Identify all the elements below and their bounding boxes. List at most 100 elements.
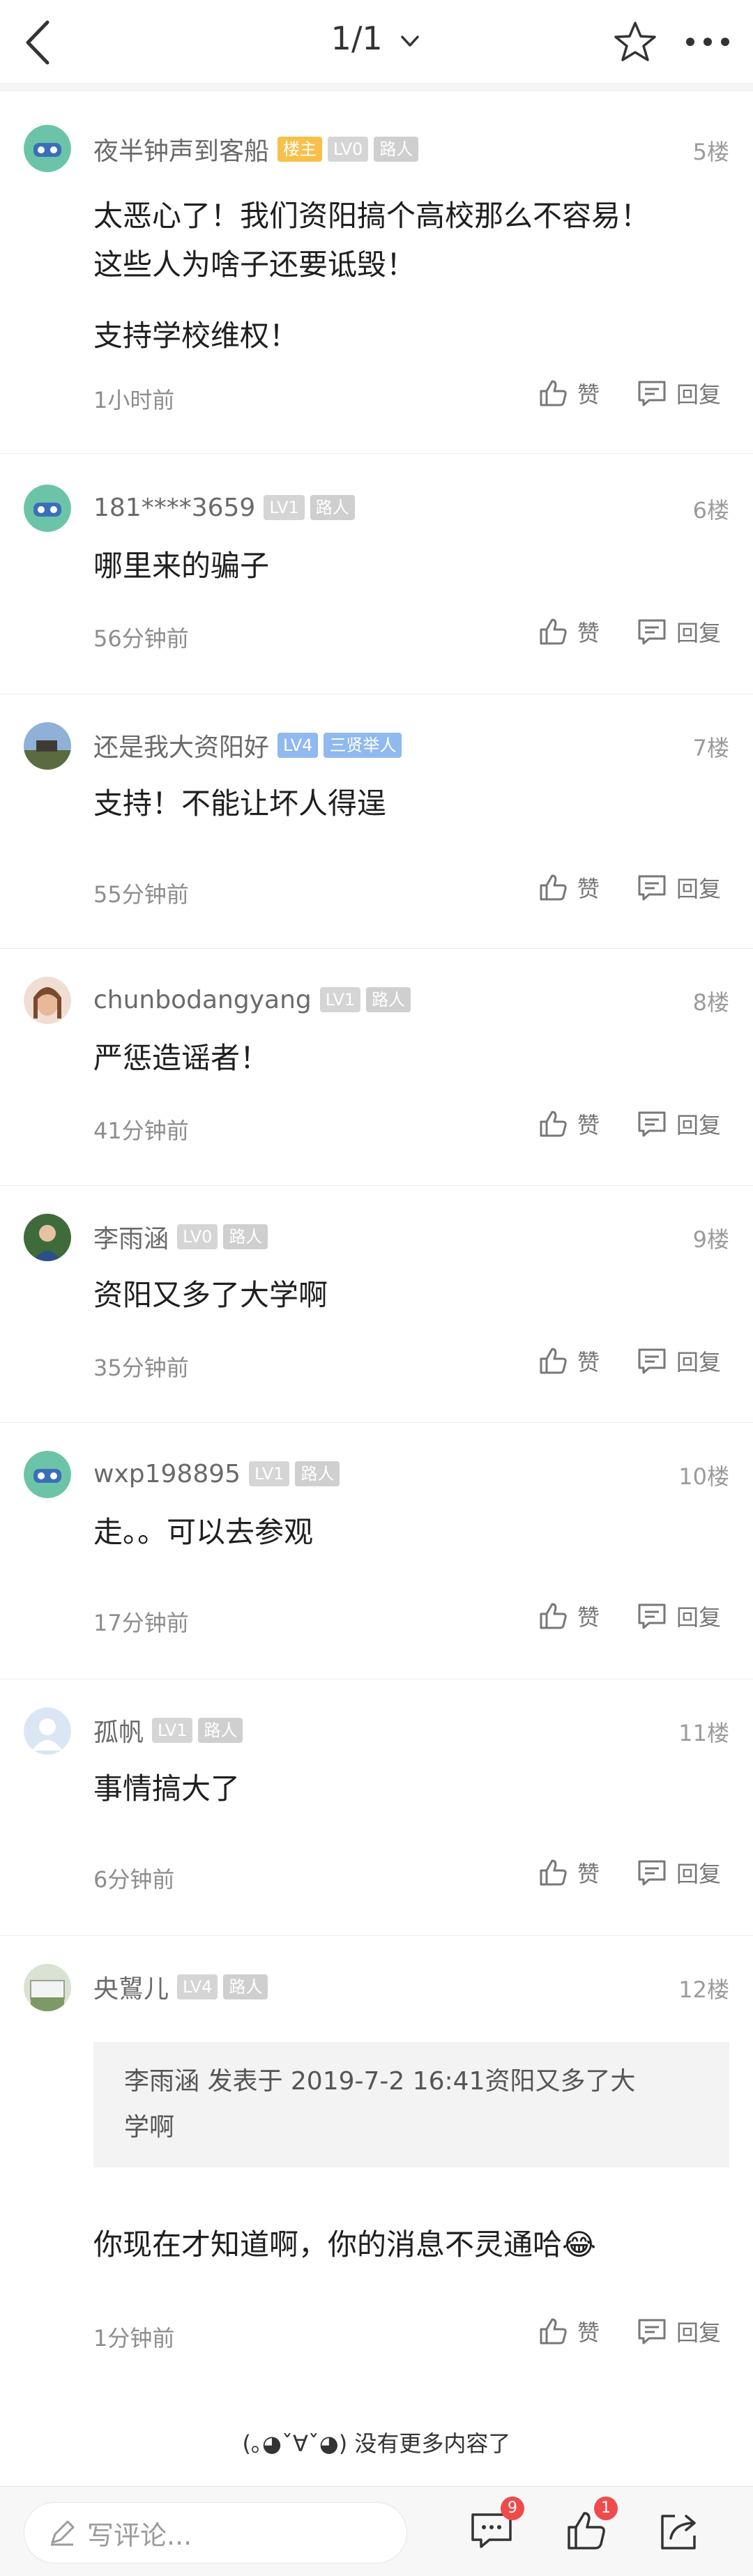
username[interactable]: 孤帆 bbox=[93, 1712, 144, 1748]
avatar[interactable] bbox=[24, 1214, 71, 1261]
floor-number: 11楼 bbox=[678, 1720, 729, 1746]
page-indicator-text: 1/1 bbox=[330, 20, 383, 57]
avatar[interactable] bbox=[24, 977, 71, 1024]
user-info: 181****3659 LV1 路人 bbox=[93, 490, 355, 525]
chevron-down-icon bbox=[401, 35, 420, 47]
like-count-badge: 1 bbox=[594, 2497, 618, 2520]
avatar[interactable] bbox=[24, 722, 71, 770]
username[interactable]: wxp198895 bbox=[93, 1460, 241, 1488]
like-button[interactable]: 赞 bbox=[537, 616, 600, 648]
no-more-content: (｡◕ˇ∀ˇ◕) 没有更多内容了 bbox=[242, 2430, 511, 2457]
share-icon[interactable] bbox=[655, 2508, 701, 2554]
quote-line: 李雨涵 发表于 2019-7-2 16:41资阳又多了大 bbox=[124, 2067, 636, 2096]
avatar[interactable] bbox=[24, 125, 71, 172]
content-line: 走。。可以去参观 bbox=[93, 1515, 314, 1549]
reply-icon bbox=[638, 1111, 666, 1137]
content-line: 支持！不能让坏人得逞 bbox=[93, 786, 387, 821]
floor-number: 10楼 bbox=[678, 1463, 729, 1490]
user-info: 央鶦儿 LV4 路人 bbox=[93, 1969, 268, 2004]
reply-button[interactable]: 回复 bbox=[636, 1345, 721, 1377]
content-line: 哪里来的骗子 bbox=[93, 549, 270, 583]
like-button[interactable]: 赞 bbox=[537, 377, 600, 409]
quote-line: 学啊 bbox=[124, 2113, 175, 2142]
username[interactable]: chunbodangyang bbox=[93, 986, 312, 1014]
section-gap bbox=[0, 84, 753, 91]
comment-content: 严惩造谣者！ bbox=[93, 1034, 725, 1083]
reply-button[interactable]: 回复 bbox=[636, 1857, 721, 1889]
content-line: 资阳又多了大学啊 bbox=[93, 1278, 328, 1312]
reply-button[interactable]: 回复 bbox=[636, 616, 721, 648]
like-label: 赞 bbox=[577, 620, 600, 646]
like-button[interactable]: 赞 bbox=[537, 1600, 600, 1632]
reply-icon bbox=[638, 1603, 666, 1629]
like-button[interactable]: 赞 bbox=[537, 871, 600, 904]
title-badge: 路人 bbox=[310, 495, 355, 520]
like-label: 赞 bbox=[577, 1112, 600, 1138]
title-badge: 三贤举人 bbox=[324, 733, 402, 758]
user-info: chunbodangyang LV1 路人 bbox=[93, 982, 411, 1017]
reply-button[interactable]: 回复 bbox=[636, 377, 721, 409]
like-label: 赞 bbox=[577, 1349, 600, 1375]
like-button[interactable]: 赞 bbox=[537, 1345, 600, 1377]
level-badge: LV1 bbox=[264, 495, 305, 520]
quoted-comment[interactable]: 李雨涵 发表于 2019-7-2 16:41资阳又多了大 学啊 bbox=[93, 2042, 729, 2167]
reply-button[interactable]: 回复 bbox=[636, 1600, 721, 1632]
comment-item: 李雨涵 LV0 路人 9楼 资阳又多了大学啊 35分钟前 赞 回复 bbox=[0, 1186, 753, 1423]
like-button[interactable]: 赞 bbox=[537, 1108, 600, 1140]
thumbs-up-icon bbox=[540, 618, 567, 645]
comment-time: 35分钟前 bbox=[93, 1355, 189, 1381]
like-label: 赞 bbox=[577, 1861, 600, 1887]
reply-label: 回复 bbox=[676, 2319, 722, 2346]
username[interactable]: 181****3659 bbox=[93, 494, 255, 522]
avatar[interactable] bbox=[24, 1707, 71, 1755]
reply-label: 回复 bbox=[676, 1349, 722, 1375]
thumbs-up-icon bbox=[540, 380, 567, 406]
star-icon[interactable] bbox=[612, 20, 658, 66]
title-badge: 路人 bbox=[366, 987, 411, 1012]
comment-item: 夜半钟声到客船 楼主 LV0 路人 5楼 太恶心了！我们资阳搞个高校那么不容易！… bbox=[0, 91, 753, 454]
thumbs-up-icon bbox=[540, 1859, 567, 1886]
username[interactable]: 央鶦儿 bbox=[93, 1969, 169, 2005]
title-badge: 路人 bbox=[295, 1461, 340, 1486]
username[interactable]: 李雨涵 bbox=[93, 1219, 169, 1255]
title-badge: 路人 bbox=[223, 1974, 268, 1999]
username[interactable]: 夜半钟声到客船 bbox=[93, 131, 269, 167]
reply-label: 回复 bbox=[676, 876, 722, 902]
level-badge: LV1 bbox=[319, 987, 361, 1012]
comment-item: 央鶦儿 LV4 路人 12楼 李雨涵 发表于 2019-7-2 16:41资阳又… bbox=[0, 1936, 753, 2403]
floor-number: 7楼 bbox=[692, 735, 729, 761]
pen-icon bbox=[51, 2520, 75, 2546]
content-line: 支持学校维权！ bbox=[93, 319, 299, 353]
level-badge: LV1 bbox=[249, 1461, 290, 1486]
comment-time: 56分钟前 bbox=[93, 625, 189, 652]
like-button[interactable]: 赞 bbox=[537, 1857, 600, 1889]
reply-label: 回复 bbox=[676, 381, 722, 408]
comment-time: 55分钟前 bbox=[93, 881, 189, 908]
comment-time: 6分钟前 bbox=[93, 1866, 175, 1893]
reply-label: 回复 bbox=[676, 1861, 722, 1887]
level-badge: LV4 bbox=[177, 1974, 218, 1999]
comment-placeholder: 写评论... bbox=[87, 2520, 192, 2551]
like-button[interactable]: 赞 bbox=[537, 2315, 600, 2347]
avatar[interactable] bbox=[24, 485, 71, 532]
reply-label: 回复 bbox=[676, 1604, 722, 1631]
username[interactable]: 还是我大资阳好 bbox=[93, 727, 269, 763]
more-icon[interactable] bbox=[683, 35, 732, 49]
reply-button[interactable]: 回复 bbox=[636, 1108, 721, 1140]
comment-input[interactable]: 写评论... bbox=[24, 2502, 407, 2563]
reply-icon bbox=[638, 381, 666, 406]
reply-button[interactable]: 回复 bbox=[636, 871, 721, 904]
content-line: 严惩造谣者！ bbox=[93, 1041, 270, 1075]
thumbs-up-icon bbox=[540, 1603, 567, 1629]
content-line: 事情搞大了 bbox=[93, 1771, 241, 1806]
comment-content: 你现在才知道啊，你的消息不灵通哈😂 bbox=[93, 2220, 725, 2269]
comment-content: 资阳又多了大学啊 bbox=[93, 1271, 725, 1320]
comment-item: 181****3659 LV1 路人 6楼 哪里来的骗子 56分钟前 赞 回复 bbox=[0, 454, 753, 694]
reply-button[interactable]: 回复 bbox=[636, 2315, 721, 2347]
comment-time: 1小时前 bbox=[93, 387, 175, 413]
avatar[interactable] bbox=[24, 1964, 71, 2011]
content-line: 太恶心了！我们资阳搞个高校那么不容易！ bbox=[93, 199, 651, 233]
title-badge: 路人 bbox=[374, 137, 419, 162]
avatar[interactable] bbox=[24, 1451, 71, 1498]
user-info: 还是我大资阳好 LV4 三贤举人 bbox=[93, 728, 402, 763]
